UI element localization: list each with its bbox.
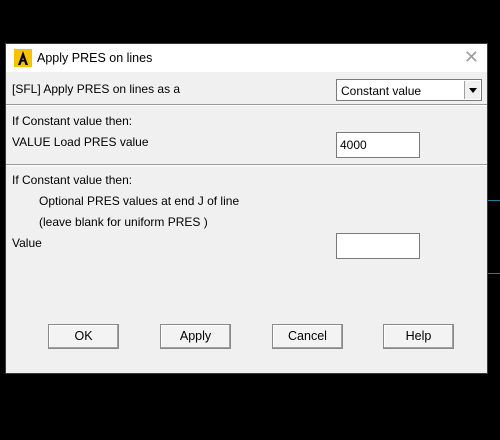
chevron-down-icon[interactable]: [464, 81, 480, 99]
close-icon[interactable]: ✕: [464, 47, 479, 67]
title-bar[interactable]: Apply PRES on lines ✕: [6, 44, 487, 72]
ok-button[interactable]: OK: [48, 324, 119, 349]
leave-blank-hint: (leave blank for uniform PRES ): [39, 215, 208, 229]
background-line-top: [488, 200, 500, 201]
load-pres-value-label: VALUE Load PRES value: [12, 135, 149, 149]
ansys-logo-icon: [14, 49, 32, 67]
apply-button[interactable]: Apply: [160, 324, 231, 349]
constant-value-heading-1: If Constant value then:: [12, 114, 133, 128]
section-divider-1: [6, 104, 487, 106]
section-divider-2: [6, 164, 487, 166]
end-j-value-label: Value: [12, 236, 42, 250]
dialog-title: Apply PRES on lines: [37, 51, 153, 65]
apply-as-selected-value: Constant value: [341, 84, 422, 98]
apply-as-select[interactable]: Constant value: [336, 79, 482, 101]
load-pres-value-input[interactable]: [336, 132, 420, 158]
end-j-value-input[interactable]: [336, 233, 420, 259]
optional-pres-description: Optional PRES values at end J of line: [39, 194, 240, 208]
cancel-button[interactable]: Cancel: [272, 324, 343, 349]
apply-as-label: [SFL] Apply PRES on lines as a: [12, 82, 181, 96]
background-line-bottom: [488, 273, 500, 274]
apply-pres-dialog: Apply PRES on lines ✕ [SFL] Apply PRES o…: [5, 43, 488, 374]
constant-value-heading-2: If Constant value then:: [12, 173, 133, 187]
help-button[interactable]: Help: [383, 324, 454, 349]
